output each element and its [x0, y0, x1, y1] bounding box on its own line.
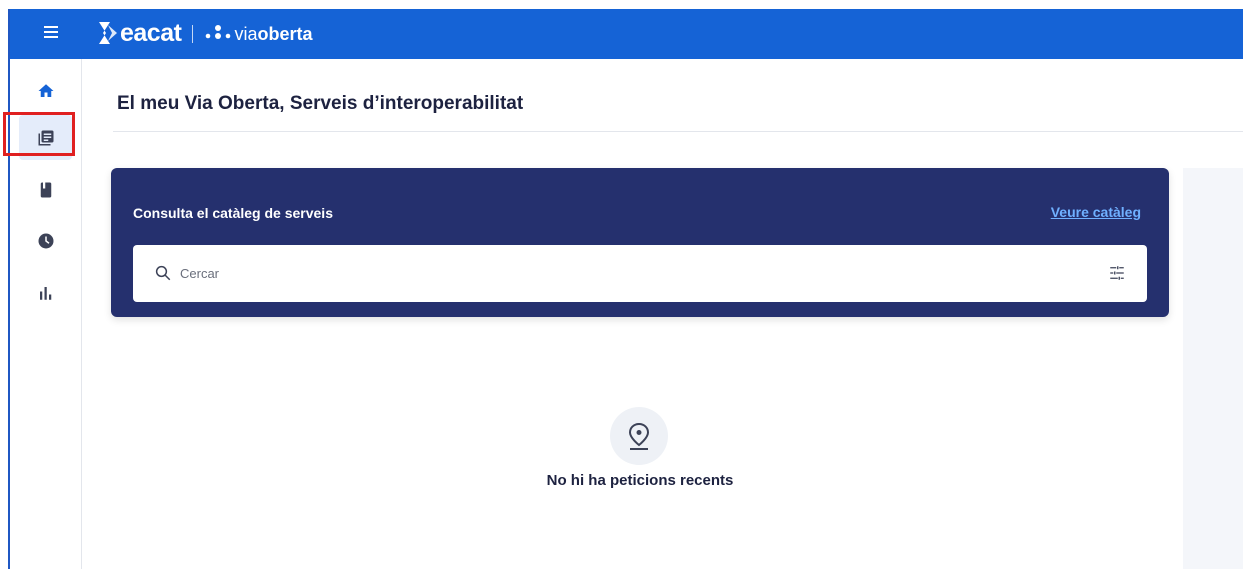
logo-divider [192, 25, 194, 43]
logo[interactable]: eacat viaoberta [97, 15, 312, 51]
catalog-card-title: Consulta el catàleg de serveis [133, 205, 333, 221]
empty-state: No hi ha peticions recents [111, 400, 1169, 500]
viaoberta-dots-icon [206, 25, 231, 39]
brand-name: eacat [120, 18, 182, 47]
app-window: eacat viaoberta El meu Via Oberta, Serve… [0, 0, 1243, 569]
menu-icon[interactable] [40, 23, 62, 45]
divider [113, 131, 1243, 132]
product-name: viaoberta [234, 24, 312, 45]
eacat-chevron-icon [99, 22, 117, 44]
empty-state-badge [610, 407, 668, 465]
highlight-annotation [3, 112, 75, 156]
book-icon [40, 182, 51, 197]
location-pin-icon [628, 422, 650, 450]
clock-icon [38, 233, 53, 248]
sidebar-item-home[interactable] [19, 68, 72, 113]
catalog-card: Consulta el catàleg de serveis Veure cat… [111, 168, 1169, 317]
product-name-suffix: oberta [257, 23, 313, 44]
product-name-prefix: via [234, 23, 258, 44]
search-box [133, 245, 1147, 302]
search-icon [155, 265, 171, 281]
filter-icon[interactable] [1107, 264, 1127, 282]
empty-state-message: No hi ha peticions recents [546, 472, 734, 489]
sidebar-item-statistics[interactable] [19, 270, 72, 315]
outer-margin [0, 0, 8, 569]
view-catalog-link[interactable]: Veure catàleg [1051, 204, 1141, 220]
right-panel [1183, 168, 1243, 569]
home-icon [38, 83, 53, 97]
page-title: El meu Via Oberta, Serveis d’interoperab… [117, 93, 524, 114]
sidebar-item-catalog[interactable] [19, 167, 72, 212]
sidebar-item-history[interactable] [19, 218, 72, 263]
search-input[interactable] [180, 261, 1060, 285]
top-bar: eacat viaoberta [10, 9, 1243, 59]
bar-chart-icon [39, 286, 51, 300]
